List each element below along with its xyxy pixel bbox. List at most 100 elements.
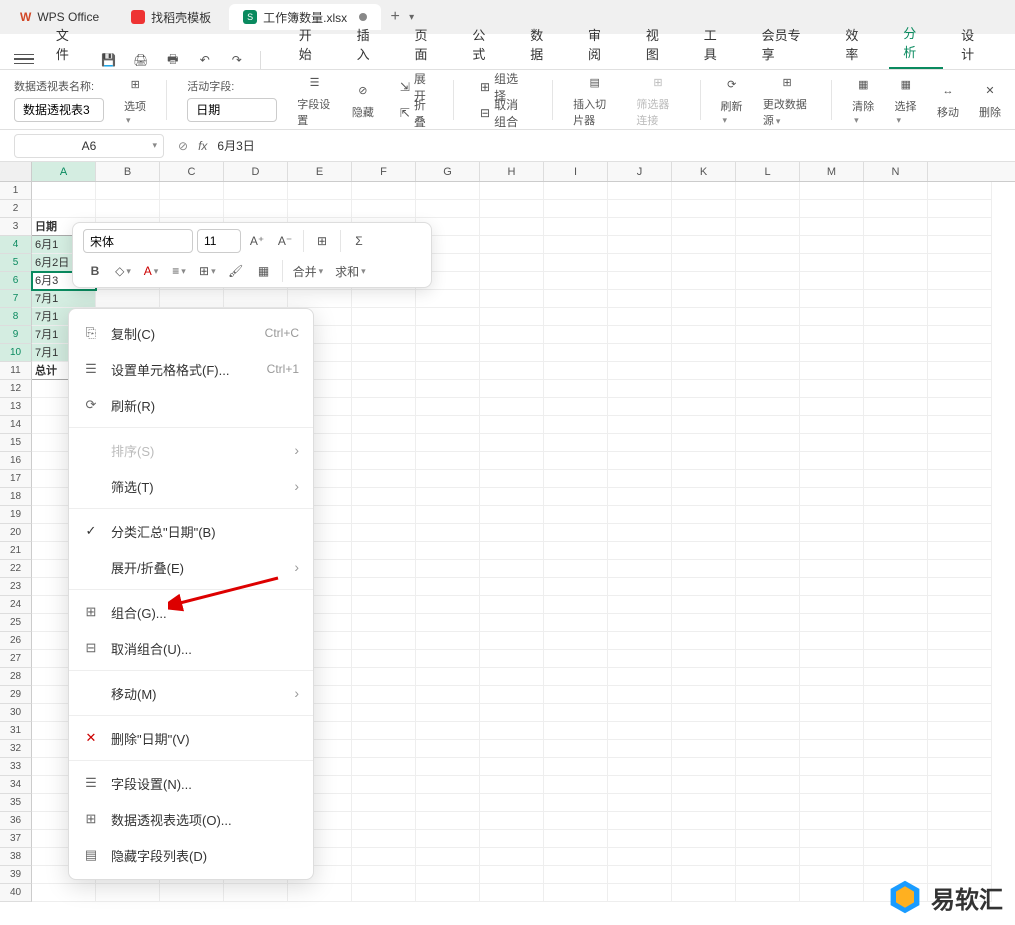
- cell[interactable]: [928, 542, 992, 560]
- cell[interactable]: [608, 560, 672, 578]
- cell[interactable]: [480, 398, 544, 416]
- cell[interactable]: [544, 416, 608, 434]
- cell[interactable]: [416, 560, 480, 578]
- cell[interactable]: [864, 218, 928, 236]
- menu-formula[interactable]: 公式: [458, 19, 512, 69]
- cell[interactable]: [224, 290, 288, 308]
- cell[interactable]: [608, 596, 672, 614]
- cell[interactable]: [928, 254, 992, 272]
- ribbon-clear[interactable]: ▦ 清除: [852, 74, 874, 126]
- cell[interactable]: [96, 290, 160, 308]
- cell[interactable]: [864, 452, 928, 470]
- cell[interactable]: [800, 254, 864, 272]
- cell[interactable]: [800, 632, 864, 650]
- cell[interactable]: [672, 668, 736, 686]
- cell[interactable]: [352, 488, 416, 506]
- cm-format-cells[interactable]: ☰ 设置单元格格式(F)... Ctrl+1: [69, 351, 313, 387]
- cell[interactable]: [480, 812, 544, 830]
- cm-pivot-options[interactable]: ⊞ 数据透视表选项(O)...: [69, 801, 313, 837]
- cell[interactable]: [608, 254, 672, 272]
- cell[interactable]: [352, 668, 416, 686]
- cell[interactable]: [608, 884, 672, 902]
- cell[interactable]: 7月1: [32, 290, 96, 308]
- cell[interactable]: [416, 326, 480, 344]
- cell[interactable]: [928, 686, 992, 704]
- cell[interactable]: [416, 722, 480, 740]
- cell[interactable]: [800, 812, 864, 830]
- cell[interactable]: [736, 758, 800, 776]
- cell[interactable]: [864, 812, 928, 830]
- cm-expand-collapse[interactable]: 展开/折叠(E): [69, 549, 313, 585]
- cell[interactable]: [352, 380, 416, 398]
- cell[interactable]: [288, 182, 352, 200]
- cell[interactable]: [608, 758, 672, 776]
- col-header-M[interactable]: M: [800, 162, 864, 181]
- cell[interactable]: [672, 362, 736, 380]
- row-header[interactable]: 31: [0, 722, 32, 740]
- cell[interactable]: [672, 524, 736, 542]
- ribbon-select[interactable]: ▦ 选择: [895, 74, 917, 126]
- cell[interactable]: [352, 434, 416, 452]
- cell[interactable]: [928, 182, 992, 200]
- cell[interactable]: [736, 506, 800, 524]
- cell[interactable]: [352, 362, 416, 380]
- cell[interactable]: [608, 470, 672, 488]
- cell[interactable]: [416, 542, 480, 560]
- cell[interactable]: [928, 362, 992, 380]
- cell[interactable]: [736, 686, 800, 704]
- menu-analyze[interactable]: 分析: [889, 17, 943, 69]
- cell[interactable]: [672, 722, 736, 740]
- cell[interactable]: [800, 452, 864, 470]
- cell[interactable]: [416, 344, 480, 362]
- cell[interactable]: [672, 560, 736, 578]
- col-header-I[interactable]: I: [544, 162, 608, 181]
- col-header-K[interactable]: K: [672, 162, 736, 181]
- cell[interactable]: [736, 290, 800, 308]
- cell[interactable]: [544, 812, 608, 830]
- decrease-font-icon[interactable]: A⁻: [273, 229, 297, 253]
- cell[interactable]: [416, 794, 480, 812]
- cell[interactable]: [32, 182, 96, 200]
- cell[interactable]: [96, 884, 160, 902]
- cell[interactable]: [352, 416, 416, 434]
- cell[interactable]: [800, 596, 864, 614]
- cell[interactable]: [736, 812, 800, 830]
- cell[interactable]: [288, 884, 352, 902]
- cell[interactable]: [416, 452, 480, 470]
- cell[interactable]: [864, 596, 928, 614]
- cell[interactable]: [672, 632, 736, 650]
- cell[interactable]: [416, 308, 480, 326]
- col-header-B[interactable]: B: [96, 162, 160, 181]
- cell[interactable]: [864, 200, 928, 218]
- cell[interactable]: [608, 308, 672, 326]
- cell[interactable]: [544, 866, 608, 884]
- cell[interactable]: [608, 848, 672, 866]
- cell[interactable]: [800, 506, 864, 524]
- menu-view[interactable]: 视图: [632, 19, 686, 69]
- cell[interactable]: [736, 524, 800, 542]
- row-header[interactable]: 37: [0, 830, 32, 848]
- cell[interactable]: [480, 506, 544, 524]
- cell[interactable]: [352, 560, 416, 578]
- cell[interactable]: [864, 722, 928, 740]
- cell[interactable]: [800, 200, 864, 218]
- cell[interactable]: [480, 182, 544, 200]
- ribbon-insert-slicer[interactable]: ▤ 插入切片器: [573, 72, 616, 128]
- cell[interactable]: [864, 344, 928, 362]
- cell[interactable]: [480, 452, 544, 470]
- cell[interactable]: [544, 470, 608, 488]
- cell[interactable]: [928, 704, 992, 722]
- cell[interactable]: [416, 182, 480, 200]
- cell[interactable]: [480, 416, 544, 434]
- cell[interactable]: [544, 182, 608, 200]
- row-header[interactable]: 16: [0, 452, 32, 470]
- select-all-corner[interactable]: [0, 162, 32, 181]
- cell[interactable]: [864, 290, 928, 308]
- ribbon-field-settings[interactable]: ☰ 字段设置: [297, 72, 332, 128]
- row-header[interactable]: 32: [0, 740, 32, 758]
- row-header[interactable]: 15: [0, 434, 32, 452]
- cell[interactable]: [736, 452, 800, 470]
- cell[interactable]: [480, 794, 544, 812]
- cell[interactable]: [544, 398, 608, 416]
- cell[interactable]: [864, 740, 928, 758]
